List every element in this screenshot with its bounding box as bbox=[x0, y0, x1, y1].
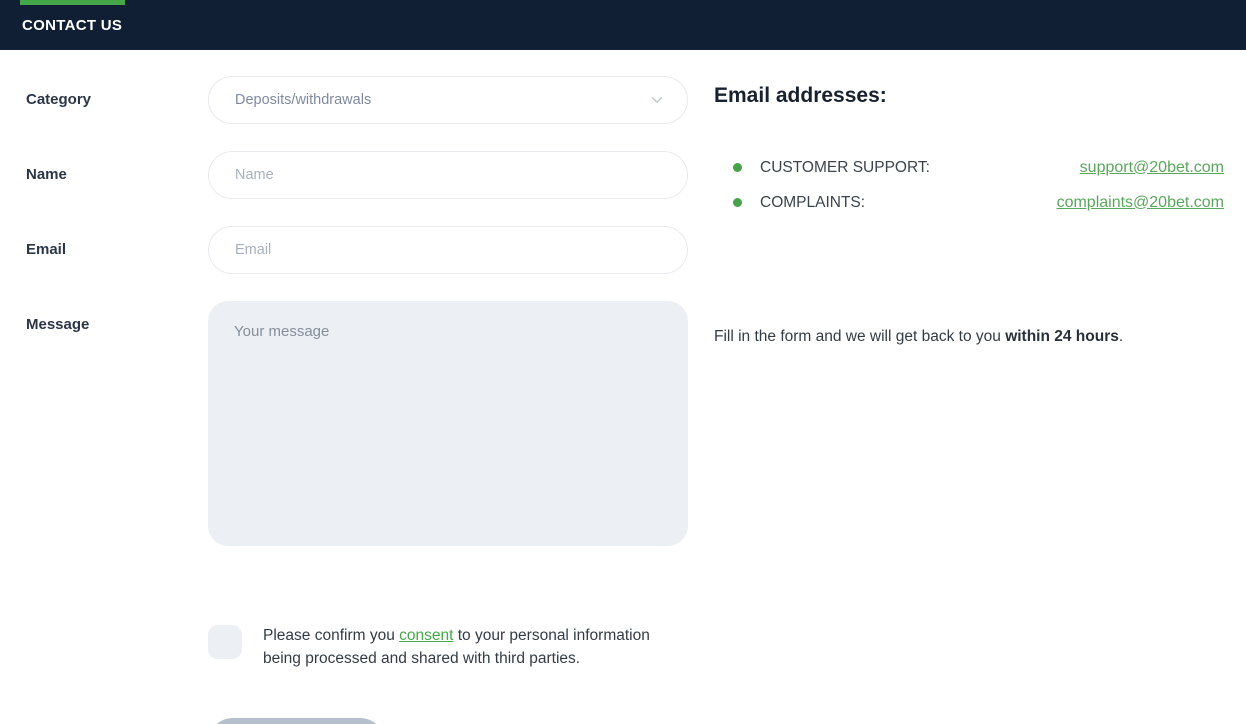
consent-checkbox[interactable] bbox=[208, 625, 242, 659]
email-address-list: CUSTOMER SUPPORT: support@20bet.com COMP… bbox=[714, 150, 1235, 220]
message-control bbox=[208, 301, 688, 551]
accent-bar bbox=[20, 0, 125, 5]
email-link-support[interactable]: support@20bet.com bbox=[1080, 159, 1224, 177]
email-control bbox=[208, 226, 688, 274]
page-header: CONTACT US bbox=[0, 0, 1246, 50]
name-control bbox=[208, 151, 688, 199]
name-input[interactable] bbox=[208, 151, 688, 199]
email-label: COMPLAINTS: bbox=[760, 193, 866, 211]
label-message: Message bbox=[26, 316, 90, 333]
consent-row: Please confirm you consent to your perso… bbox=[208, 625, 688, 670]
label-name: Name bbox=[26, 166, 67, 183]
registration-button[interactable]: REGISTRATION bbox=[208, 718, 385, 724]
category-select[interactable]: Deposits/withdrawals bbox=[208, 76, 688, 124]
bullet-icon bbox=[733, 198, 742, 207]
content-area: Category Deposits/withdrawals Name Name … bbox=[0, 50, 1246, 724]
note-text-before: Fill in the form and we will get back to… bbox=[714, 328, 1006, 345]
category-select-wrap: Deposits/withdrawals bbox=[208, 76, 688, 124]
category-control: Deposits/withdrawals bbox=[208, 76, 688, 124]
consent-text-before: Please confirm you bbox=[263, 627, 400, 644]
email-label: CUSTOMER SUPPORT: bbox=[760, 158, 930, 176]
category-select-value: Deposits/withdrawals bbox=[235, 92, 372, 108]
list-item: COMPLAINTS: complaints@20bet.com bbox=[714, 185, 1235, 220]
label-category: Category bbox=[26, 91, 92, 108]
label-email: Email bbox=[26, 241, 67, 258]
page-title: CONTACT US bbox=[22, 17, 123, 34]
response-time-note: Fill in the form and we will get back to… bbox=[714, 328, 1123, 346]
consent-link[interactable]: consent bbox=[399, 627, 453, 644]
message-textarea[interactable] bbox=[208, 301, 688, 546]
bullet-icon bbox=[733, 163, 742, 172]
email-link-complaints[interactable]: complaints@20bet.com bbox=[1057, 194, 1224, 212]
consent-text: Please confirm you consent to your perso… bbox=[263, 625, 663, 670]
note-text-bold: within 24 hours bbox=[1005, 328, 1119, 345]
email-input[interactable] bbox=[208, 226, 688, 274]
note-text-after: . bbox=[1118, 328, 1124, 345]
info-title: Email addresses: bbox=[714, 84, 887, 107]
list-item: CUSTOMER SUPPORT: support@20bet.com bbox=[714, 150, 1235, 185]
